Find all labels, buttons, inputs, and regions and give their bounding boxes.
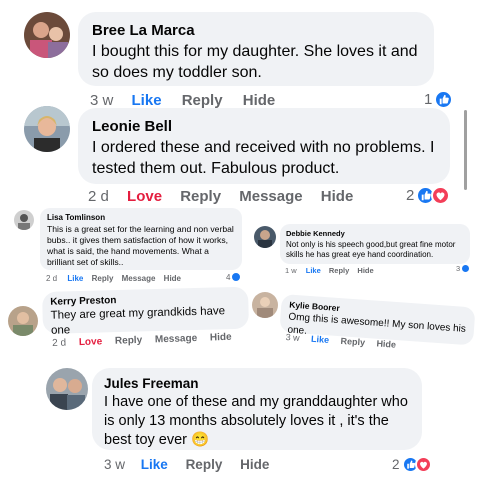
hide-button[interactable]: Hide [210,332,232,344]
reply-button[interactable]: Reply [92,274,114,283]
hide-button[interactable]: Hide [321,188,354,205]
reply-button[interactable]: Reply [182,92,223,109]
avatar-photo-icon [18,214,30,230]
comment-author[interactable]: Leonie Bell [92,118,436,135]
reply-button[interactable]: Reply [329,266,349,275]
like-icon [231,272,242,282]
avatar-photo-icon [258,230,272,248]
like-button[interactable]: Like [67,274,83,283]
reaction-count: 2 [392,457,400,472]
message-button[interactable]: Message [155,333,198,345]
comment-actions: 2 d Like Reply Message Hide [46,274,181,283]
timestamp[interactable]: 3 w [90,92,113,109]
comment-text: I bought this for my daughter. She loves… [92,43,418,81]
avatar-photo-icon [257,297,273,318]
scrollbar[interactable] [464,110,467,190]
message-button[interactable]: Message [239,188,302,205]
timestamp[interactable]: 2 d [46,274,57,283]
reaction-count: 3 [456,264,461,273]
hide-button[interactable]: Hide [240,457,269,472]
comment-author[interactable]: Jules Freeman [104,376,410,391]
love-button[interactable]: Love [127,188,162,205]
like-button[interactable]: Like [132,92,162,109]
reply-button[interactable]: Reply [115,335,143,347]
like-button[interactable]: Like [141,457,168,472]
avatar[interactable] [24,12,70,58]
comment-actions: 1 w Like Reply Hide [285,266,374,275]
avatar-photo-icon [13,312,33,336]
like-icon [434,90,454,109]
hide-button[interactable]: Hide [243,92,276,109]
reply-button[interactable]: Reply [340,336,365,348]
reactions[interactable]: 2 [406,186,451,205]
comment-bubble: Bree La Marca I bought this for my daugh… [78,12,434,86]
comment-actions: 2 d Love Reply Message Hide [88,188,353,205]
comment-text: I have one of these and my granddaughter… [104,394,408,448]
comment-author[interactable]: Debbie Kennedy [286,229,464,238]
avatar-photo-icon [30,22,68,58]
hide-button[interactable]: Hide [357,266,373,275]
avatar[interactable] [46,368,88,410]
hide-button[interactable]: Hide [164,274,181,283]
avatar[interactable] [252,292,278,318]
message-button[interactable]: Message [122,274,156,283]
reply-button[interactable]: Reply [180,188,221,205]
timestamp[interactable]: 2 d [52,338,66,349]
comment-bubble: Kerry Preston They are great my grandkid… [42,286,250,337]
comment-actions: 3 w Like Reply Hide [104,457,269,472]
comment-bubble: Leonie Bell I ordered these and received… [78,108,450,184]
hide-button[interactable]: Hide [376,338,396,349]
timestamp[interactable]: 2 d [88,188,109,205]
timestamp[interactable]: 1 w [285,266,297,275]
comment-text: Not only is his speech good,but great fi… [286,240,456,259]
reaction-count: 2 [406,187,415,204]
avatar[interactable] [8,306,38,336]
comment-bubble: Jules Freeman I have one of these and my… [92,368,422,450]
avatar[interactable] [24,106,70,152]
love-icon [414,456,432,473]
comment-bubble: Debbie Kennedy Not only is his speech go… [280,224,470,264]
avatar[interactable] [254,226,276,248]
like-button[interactable]: Like [306,266,321,275]
like-button[interactable]: Like [311,334,330,345]
avatar-photo-icon [24,106,70,152]
reactions[interactable]: 4 [226,272,242,282]
comment-text: This is a great set for the learning and… [47,224,234,267]
timestamp[interactable]: 3 w [285,332,300,343]
reaction-count: 4 [226,272,231,282]
reactions[interactable]: 3 [456,264,471,273]
reactions[interactable]: 2 [392,456,432,473]
reply-button[interactable]: Reply [186,457,223,472]
avatar-photo-icon [50,378,85,410]
comment-text: I ordered these and received with no pro… [92,139,435,177]
like-icon [461,264,471,273]
avatar[interactable] [14,210,34,230]
timestamp[interactable]: 3 w [104,457,125,472]
comment-author[interactable]: Lisa Tomlinson [47,213,235,222]
reaction-count: 1 [424,91,433,108]
reactions[interactable]: 1 [424,90,454,109]
love-icon [431,186,451,205]
comment-actions: 3 w Like Reply Hide [90,92,275,109]
love-button[interactable]: Love [79,336,103,348]
comment-bubble: Lisa Tomlinson This is a great set for t… [40,208,242,270]
comment-author[interactable]: Bree La Marca [92,22,420,39]
